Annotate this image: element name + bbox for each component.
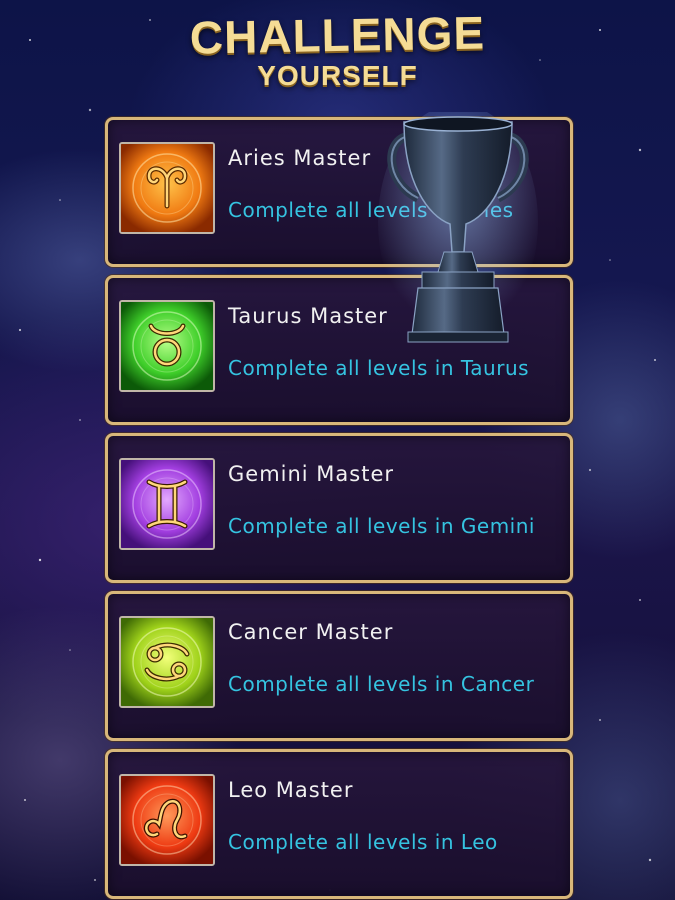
achievement-name: Cancer Master bbox=[228, 620, 394, 644]
taurus-icon bbox=[119, 300, 215, 392]
leo-icon bbox=[119, 774, 215, 866]
gemini-icon bbox=[119, 458, 215, 550]
achievement-card-cancer[interactable]: Cancer Master Complete all levels in Can… bbox=[105, 591, 573, 741]
achievement-name: Gemini Master bbox=[228, 462, 395, 486]
cancer-icon bbox=[119, 616, 215, 708]
achievement-name: Leo Master bbox=[228, 778, 354, 802]
achievement-name: Taurus Master bbox=[228, 304, 388, 328]
achievement-description: Complete all levels in Gemini bbox=[228, 514, 535, 538]
achievement-name: Aries Master bbox=[228, 146, 372, 170]
aries-icon bbox=[119, 142, 215, 234]
achievement-description: Complete all levels in Cancer bbox=[228, 672, 535, 696]
achievement-description: Complete all levels in Taurus bbox=[228, 356, 530, 380]
trophy-icon bbox=[378, 112, 538, 343]
achievement-card-gemini[interactable]: Gemini Master Complete all levels in Gem… bbox=[105, 433, 573, 583]
page-title: CHALLENGE bbox=[189, 6, 486, 64]
achievement-card-leo[interactable]: Leo Master Complete all levels in Leo bbox=[105, 749, 573, 899]
achievement-description: Complete all levels in Leo bbox=[228, 830, 498, 854]
page-subtitle: YOURSELF bbox=[257, 60, 418, 91]
